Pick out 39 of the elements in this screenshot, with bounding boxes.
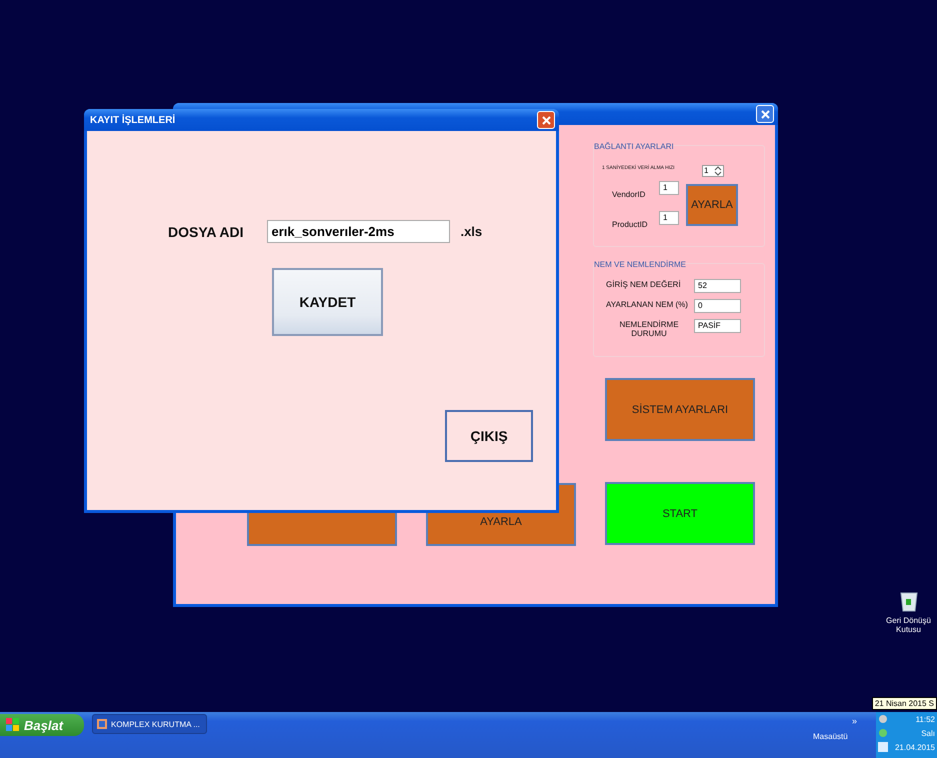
product-field[interactable]: 1 bbox=[659, 211, 679, 225]
action-button[interactable]: SİSTEM AYARLARI bbox=[605, 378, 755, 441]
desktop-label: Masaüstü bbox=[813, 732, 848, 741]
vendor-field[interactable]: 1 bbox=[659, 181, 679, 195]
desktop-icon-label: Geri Dönüşü Kutusu bbox=[885, 616, 932, 634]
dialog-title: KAYIT İŞLEMLERİ bbox=[90, 114, 176, 126]
spinner-arrows-icon bbox=[714, 166, 722, 176]
close-button[interactable] bbox=[537, 111, 555, 129]
close-icon bbox=[542, 116, 550, 124]
humidity-label: AYARLANAN NEM (%) bbox=[606, 300, 688, 309]
humidity-label: GİRİŞ NEM DEĞERİ bbox=[606, 280, 681, 289]
chevron-button[interactable]: » bbox=[852, 716, 858, 726]
date-text: 21.04.2015 bbox=[894, 742, 935, 752]
close-button[interactable] bbox=[756, 105, 774, 123]
humidity-field[interactable]: PASİF bbox=[694, 319, 741, 333]
save-button[interactable]: KAYDET bbox=[272, 268, 383, 336]
time-text: 11:52 bbox=[916, 714, 935, 724]
humidity-label: NEMLENDİRME DURUMU bbox=[618, 320, 680, 338]
app-icon bbox=[97, 719, 107, 729]
close-icon bbox=[760, 110, 770, 118]
action-button[interactable]: START bbox=[605, 482, 755, 545]
group-title: NEM VE NEMLENDİRME bbox=[594, 260, 686, 269]
apply-button[interactable]: AYARLA bbox=[686, 184, 738, 226]
date-tooltip: 21 Nisan 2015 S bbox=[872, 697, 937, 710]
taskbar-task[interactable]: KOMPLEX KURUTMA ... bbox=[92, 714, 207, 734]
group-title: BAĞLANTI AYARLARI bbox=[594, 142, 674, 151]
file-name-field[interactable]: erık_sonverıler-2ms bbox=[267, 220, 450, 243]
extension-label: .xls bbox=[460, 224, 482, 239]
product-label: ProductID bbox=[612, 220, 648, 229]
windows-logo-icon bbox=[6, 718, 20, 732]
exit-button[interactable]: ÇIKIŞ bbox=[445, 410, 533, 462]
rate-spinner[interactable]: 1 bbox=[702, 165, 724, 177]
humidity-field[interactable]: 0 bbox=[694, 299, 741, 313]
day-text: Salı bbox=[921, 728, 935, 738]
start-menu-button[interactable]: Başlat bbox=[0, 714, 84, 736]
vendor-label: VendorID bbox=[612, 190, 646, 199]
recycle-bin-icon bbox=[898, 590, 918, 612]
humidity-field[interactable]: 52 bbox=[694, 279, 741, 293]
file-name-label: DOSYA ADI bbox=[168, 224, 244, 240]
